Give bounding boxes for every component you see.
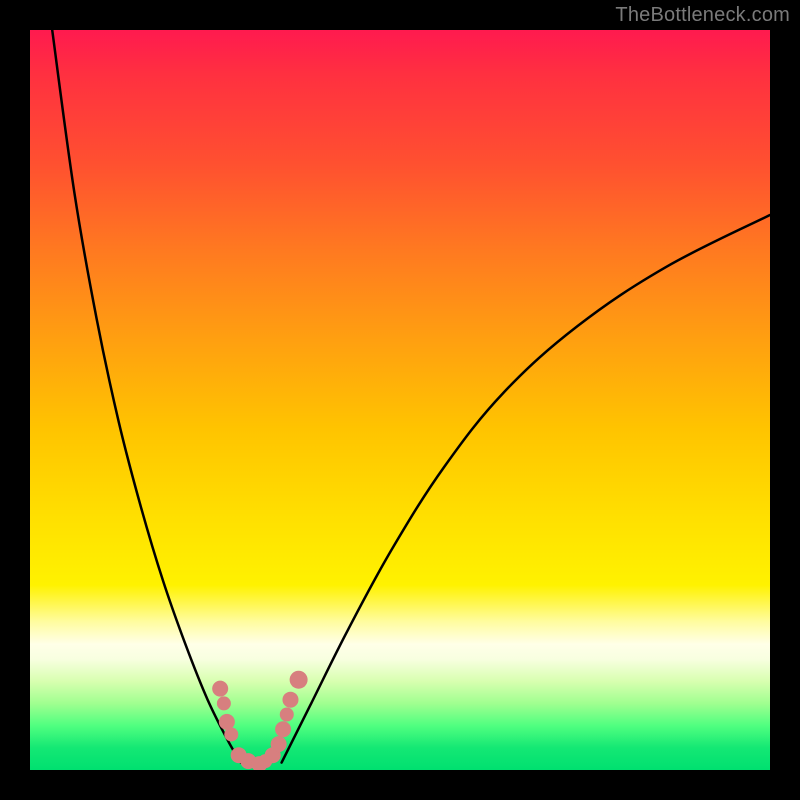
chart-marker: [282, 692, 298, 708]
watermark: TheBottleneck.com: [615, 4, 790, 27]
chart-marker: [271, 736, 287, 752]
chart-marker: [290, 671, 308, 689]
curve-right-branch: [282, 215, 770, 763]
chart-marker: [224, 727, 238, 741]
chart-marker: [275, 721, 291, 737]
chart-marker: [212, 681, 228, 697]
chart-marker: [280, 708, 294, 722]
chart-markers: [212, 671, 307, 770]
chart-frame: TheBottleneck.com: [0, 0, 800, 800]
chart-marker: [217, 696, 231, 710]
curve-left-branch: [52, 30, 241, 763]
chart-curves: [30, 30, 770, 770]
chart-marker: [219, 714, 235, 730]
